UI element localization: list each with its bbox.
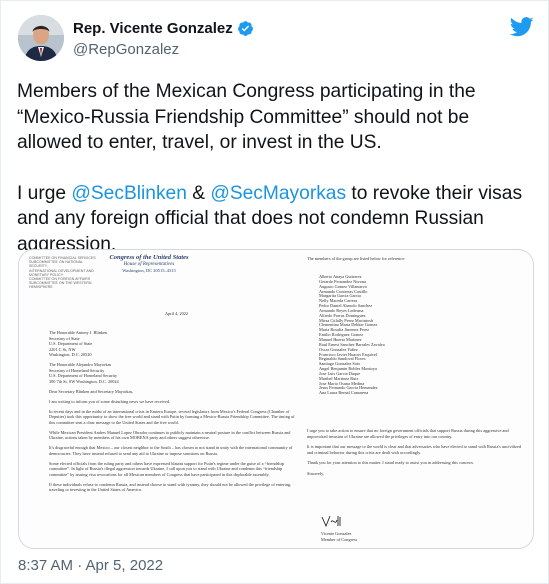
addressee-block: The Honorable Alejandro Mayorkas Secreta… [49,362,297,384]
tweet-text-segment: I urge [17,182,72,204]
closing-paragraph: Thank you for your attention to this mat… [307,460,474,465]
addressee-line: Washington, D.C. 20520 [49,352,92,357]
signature-icon [321,515,341,528]
mention-secmayorkas-link[interactable]: @SecMayorkas [210,183,346,204]
committee-line: SUBCOMMITTEE ON NATIONAL SECURITY, [29,260,83,269]
letter-page: COMMITTEE ON FINANCIAL SERVICES SUBCOMMI… [19,250,533,548]
letter-paragraph: While Mexican President Andres Manuel Lo… [49,429,291,441]
signer-title: Member of Congress [321,536,358,542]
closing-paragraph: Sincerely, [307,470,325,476]
mention-secblinken-link[interactable]: @SecBlinken [71,183,186,204]
avatar[interactable] [18,15,64,61]
tweet-timestamp[interactable]: 8:37 AM · Apr 5, 2022 [18,557,163,574]
committee-line: SUBCOMMITTEE ON THE WESTERN HEMISPHERE [29,281,92,290]
author-name-row[interactable]: Rep. Vicente Gonzalez [73,20,254,37]
verified-badge-icon [237,21,253,36]
closing-paragraph: It is important that our message to the … [307,444,522,455]
addressee-line: 300 7th St, SW Washington, D.C. 20024 [49,378,119,384]
letter-right-column: The members of the group are listed belo… [307,256,521,542]
letterhead-address: Washington, DC 20515–4315 [122,267,176,273]
signer-block: Vicente Gonzalez Member of Congress [321,531,411,542]
tweet-text-segment: & [186,182,211,204]
letterhead: Congress of the United States House of R… [99,254,199,273]
addressee-block: The Honorable Antony J. Blinken Secretar… [49,330,297,358]
letter-paragraph: Some elected officials from the ruling p… [49,460,284,477]
tweet-text: Members of the Mexican Congress particip… [17,79,537,257]
letter-salutation: Dear Secretary Blinken and Secretary May… [49,388,134,394]
tweet-paragraph-2: I urge @SecBlinken & @SecMayorkas to rev… [17,181,537,258]
letter-paragraph: If these individuals refuse to condemn R… [49,481,292,493]
member-name: Ana Laura Bernal Camarena [319,390,369,396]
members-list-heading: The members of the group are listed belo… [307,256,406,261]
letter-closing: I urge you to take action to ensure that… [307,428,521,481]
committee-line: INTERNATIONAL DEVELOPMENT AND MONETARY P… [29,268,94,277]
tweet-card: Rep. Vicente Gonzalez @RepGonzalez Membe… [0,0,549,584]
letter-body: The Honorable Antony J. Blinken Secretar… [49,330,297,497]
closing-paragraph: I urge you to take action to ensure that… [307,428,509,439]
members-list: Alberto Anaya Gutierrez Gerardo Fernande… [319,274,459,396]
committee-assignments: COMMITTEE ON FINANCIAL SERVICES SUBCOMMI… [29,256,99,290]
letter-paragraph: In recent days and in the midst of an in… [49,408,295,425]
letter-paragraph: It's disgraceful enough that Mexico – ou… [49,445,293,456]
author-name[interactable]: Rep. Vicente Gonzalez [73,20,233,37]
letter-paragraph: I am writing to inform you of some distu… [49,398,171,404]
author-handle[interactable]: @RepGonzalez [73,41,179,58]
attached-letter-image[interactable]: COMMITTEE ON FINANCIAL SERVICES SUBCOMMI… [18,249,534,549]
letterhead-title: Congress of the United States [109,254,189,261]
tweet-paragraph-1: Members of the Mexican Congress particip… [17,81,476,153]
letter-date: April 4, 2022 [165,311,189,316]
twitter-bird-icon[interactable] [510,17,534,37]
